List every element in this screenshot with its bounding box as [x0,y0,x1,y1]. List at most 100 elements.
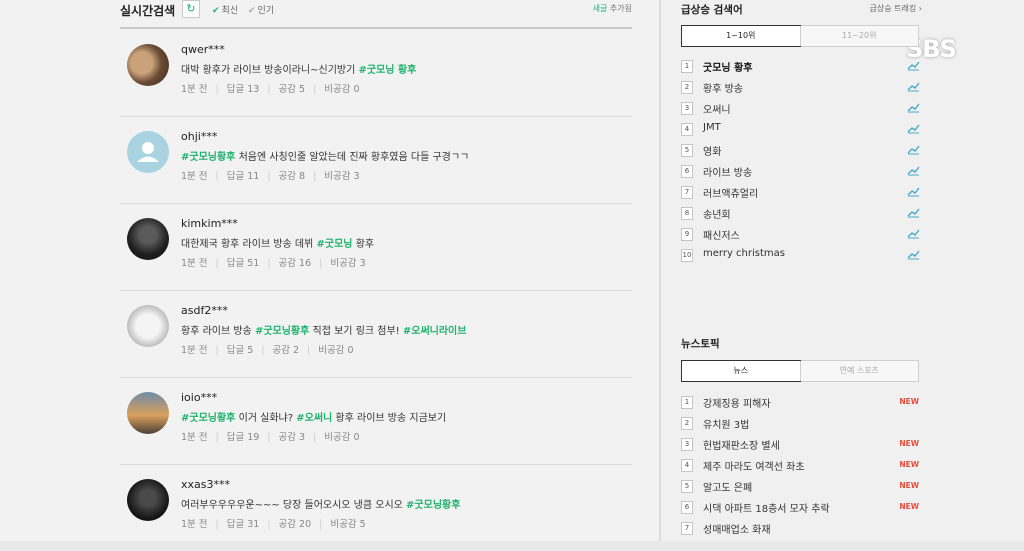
post-message: 황후 라이브 방송 #굿모닝황후 직접 보기 링크 첨부! #오써니라이브 [181,322,466,337]
avatar[interactable] [127,44,169,86]
new-posts-label: 추가됨 [609,4,632,13]
dislike-count[interactable]: 비공감 0 [318,345,353,356]
post-message: #굿모닝황후 이거 실화냐? #오써니 황후 라이브 방송 지금보기 [181,409,446,424]
dislike-count[interactable]: 비공감 3 [330,258,365,269]
rising-keyword[interactable]: JMT [703,122,721,133]
post-time: 1분 전 [181,345,208,356]
post-username[interactable]: ioio*** [181,391,217,404]
hashtag[interactable]: #오써니라이브 [403,326,467,337]
rising-item[interactable]: 8 송년회 [681,204,921,224]
trend-up-icon [907,61,920,71]
news-headline[interactable]: 강제징용 피해자 [703,395,771,410]
rising-keyword[interactable]: 패신저스 [703,227,740,242]
rising-item[interactable]: 5 영화 [681,141,921,161]
rising-keyword[interactable]: 굿모닝 황후 [703,59,752,74]
trend-up-icon [907,103,920,113]
sort-popular[interactable]: ✔ 인기 [248,3,274,16]
news-item[interactable]: 6 시댁 아파트 18층서 모자 추락 NEW [681,498,921,518]
hashtag[interactable]: #굿모닝황후 [406,500,460,511]
rising-keyword[interactable]: 오써니 [703,101,731,116]
news-headline[interactable]: 제주 마라도 여객선 좌초 [703,458,805,473]
rising-keyword[interactable]: 러브액츄얼리 [703,185,758,200]
tab-rank-1-10[interactable]: 1~10위 [681,25,801,47]
like-count[interactable]: 공감 2 [273,345,300,356]
like-count[interactable]: 공감 5 [279,84,306,95]
like-count[interactable]: 공감 16 [279,258,312,269]
post-item[interactable]: xxas3*** 여러부우우우우운~~~ 당장 들어오시오 냉큼 오시오 #굿모… [120,465,632,551]
post-username[interactable]: kimkim*** [181,217,238,230]
rising-item[interactable]: 6 라이브 방송 [681,162,921,182]
refresh-icon[interactable]: ↻ [182,0,200,18]
dislike-count[interactable]: 비공감 5 [330,519,365,530]
hashtag[interactable]: #오써니 [296,413,332,424]
dislike-count[interactable]: 비공감 0 [324,84,359,95]
news-item[interactable]: 1 강제징용 피해자 NEW [681,393,921,413]
reply-count[interactable]: 답글 11 [227,171,260,182]
tab-rank-11-20[interactable]: 11~20위 [799,26,919,46]
rising-keyword[interactable]: 라이브 방송 [703,164,752,179]
reply-count[interactable]: 답글 51 [227,258,260,269]
rising-item[interactable]: 7 러브액츄얼리 [681,183,921,203]
like-count[interactable]: 공감 3 [279,432,306,443]
news-headline[interactable]: 시댁 아파트 18층서 모자 추락 [703,500,830,515]
reply-count[interactable]: 답글 13 [227,84,260,95]
new-badge: NEW [899,481,919,490]
post-message: 대박 황후가 라이브 방송이라니~신기방기 #굿모닝 황후 [181,61,416,76]
rising-item[interactable]: 4 JMT [681,120,921,140]
post-time: 1분 전 [181,84,208,95]
dislike-count[interactable]: 비공감 3 [324,171,359,182]
news-item[interactable]: 4 제주 마라도 여객선 좌초 NEW [681,456,921,476]
hashtag[interactable]: #굿모닝황후 [181,413,235,424]
news-headline[interactable]: 성매매업소 화재 [703,521,771,536]
new-posts-link[interactable]: 새글 추가됨 [593,3,632,14]
rising-item[interactable]: 9 패신저스 [681,225,921,245]
post-username[interactable]: qwer*** [181,43,225,56]
news-item[interactable]: 3 헌법재판소장 별세 NEW [681,435,921,455]
reply-count[interactable]: 답글 5 [227,345,254,356]
post-username[interactable]: ohji*** [181,130,217,143]
avatar[interactable] [127,479,169,521]
rank-number: 1 [681,60,693,73]
like-count[interactable]: 공감 8 [279,171,306,182]
like-count[interactable]: 공감 20 [279,519,312,530]
post-username[interactable]: xxas3*** [181,478,230,491]
hashtag[interactable]: #굿모닝황후 [255,326,309,337]
post-item[interactable]: qwer*** 대박 황후가 라이브 방송이라니~신기방기 #굿모닝 황후 1분… [120,30,632,117]
reply-count[interactable]: 답글 31 [227,519,260,530]
hashtag[interactable]: #굿모닝 [317,239,353,250]
news-item[interactable]: 2 유치원 3법 [681,414,921,434]
rank-number: 8 [681,207,693,220]
post-item[interactable]: ohji*** #굿모닝황후 처음엔 사칭인줄 알았는데 진짜 황후였음 다들 … [120,117,632,204]
rising-item[interactable]: 1 굿모닝 황후 [681,57,921,77]
news-headline[interactable]: 알고도 은폐 [703,479,752,494]
rising-keyword[interactable]: 영화 [703,143,721,158]
trend-tracking-link[interactable]: 급상승 트래킹 › [870,3,922,14]
tab-entertainment-sports[interactable]: 연예 스포츠 [799,361,919,381]
sort-latest[interactable]: ✔ 최신 [212,3,238,16]
post-username[interactable]: asdf2*** [181,304,228,317]
avatar[interactable] [127,392,169,434]
new-badge: NEW [899,397,919,406]
rising-item[interactable]: 3 오써니 [681,99,921,119]
news-headline[interactable]: 헌법재판소장 별세 [703,437,780,452]
rising-item[interactable]: 2 황후 방송 [681,78,921,98]
new-badge: NEW [899,502,919,511]
tab-news[interactable]: 뉴스 [681,360,801,382]
news-item[interactable]: 5 알고도 은폐 NEW [681,477,921,497]
avatar[interactable] [127,305,169,347]
default-avatar-icon[interactable] [127,131,169,173]
hashtag[interactable]: #굿모닝 황후 [359,65,417,76]
rising-keyword[interactable]: 송년회 [703,206,731,221]
rising-keyword[interactable]: 황후 방송 [703,80,743,95]
post-item[interactable]: kimkim*** 대한제국 황후 라이브 방송 데뷔 #굿모닝 황후 1분 전… [120,204,632,291]
rising-item[interactable]: 10 merry christmas [681,246,921,266]
news-headline[interactable]: 유치원 3법 [703,416,749,431]
reply-count[interactable]: 답글 19 [227,432,260,443]
post-item[interactable]: asdf2*** 황후 라이브 방송 #굿모닝황후 직접 보기 링크 첨부! #… [120,291,632,378]
hashtag[interactable]: #굿모닝황후 [181,152,235,163]
avatar[interactable] [127,218,169,260]
news-item[interactable]: 7 성매매업소 화재 [681,519,921,539]
rising-keyword[interactable]: merry christmas [703,248,785,259]
dislike-count[interactable]: 비공감 0 [324,432,359,443]
post-item[interactable]: ioio*** #굿모닝황후 이거 실화냐? #오써니 황후 라이브 방송 지금… [120,378,632,465]
